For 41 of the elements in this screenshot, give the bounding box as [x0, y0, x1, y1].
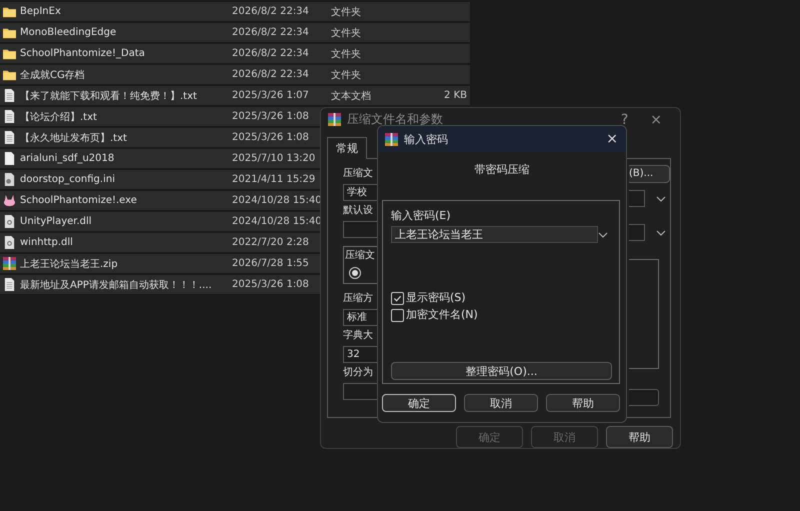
modified-date: 2026/8/2 22:34 [232, 69, 310, 80]
file-name: doorstop_config.ini [20, 174, 116, 185]
modified-date: 2025/3/26 1:08 [232, 111, 310, 122]
modified-date: 2025/3/26 1:08 [232, 132, 310, 143]
file-type: 文件夹 [331, 26, 362, 40]
modified-date: 2025/3/26 1:08 [232, 279, 310, 290]
file-name: 最新地址及APP请发邮箱自动获取！！！.... [20, 278, 213, 292]
file-type: 文件夹 [331, 48, 362, 60]
file-type: 文件夹 [331, 6, 362, 18]
field-label: 字典大 [343, 328, 374, 343]
file-name: winhttp.dll [20, 237, 74, 248]
file-name: 全成就CG存档 [20, 68, 86, 82]
file-name: UnityPlayer.dll [20, 216, 93, 227]
window-title: 输入密码 [404, 132, 449, 146]
modified-date: 2026/7/28 1:55 [232, 258, 310, 269]
checkbox-label: 加密文件名(N) [406, 308, 478, 322]
field-label: 切分为 [343, 366, 374, 380]
modified-date: 2026/8/2 22:34 [232, 27, 310, 38]
field-label: 输入密码(E) [391, 209, 452, 223]
file-type: 文本文档 [331, 90, 372, 102]
field-label: 压缩方 [343, 292, 374, 306]
file-name: 【来了就能下载和观看！纯免费！】.txt [20, 90, 198, 102]
dialog-heading: 带密码压缩 [474, 162, 530, 176]
modified-date: 2026/8/2 22:34 [232, 6, 310, 17]
modified-date: 2021/4/11 15:29 [232, 174, 316, 185]
file-type: 文件夹 [331, 68, 362, 82]
file-name: MonoBleedingEdge [20, 27, 118, 38]
file-name: 上老王论坛当老王.zip [20, 258, 119, 270]
checkbox-label: 显示密码(S) [406, 291, 466, 305]
modified-date: 2025/7/10 13:20 [232, 153, 316, 164]
file-name: 【论坛介绍】.txt [20, 110, 98, 124]
window-title: 压缩文件名和参数 [347, 111, 444, 128]
modified-date: 2025/3/26 1:07 [232, 90, 310, 101]
file-name: BepInEx [20, 6, 62, 17]
file-size: 2 KB [443, 90, 467, 101]
file-name: 【永久地址发布页】.txt [20, 132, 128, 144]
file-name: arialuni_sdf_u2018 [20, 153, 116, 164]
file-name: SchoolPhantomize!_Data [20, 48, 146, 59]
modified-date: 2022/7/20 2:28 [232, 237, 310, 248]
modified-date: 2026/8/2 22:34 [232, 48, 310, 59]
file-name: SchoolPhantomize!.exe [20, 195, 138, 206]
